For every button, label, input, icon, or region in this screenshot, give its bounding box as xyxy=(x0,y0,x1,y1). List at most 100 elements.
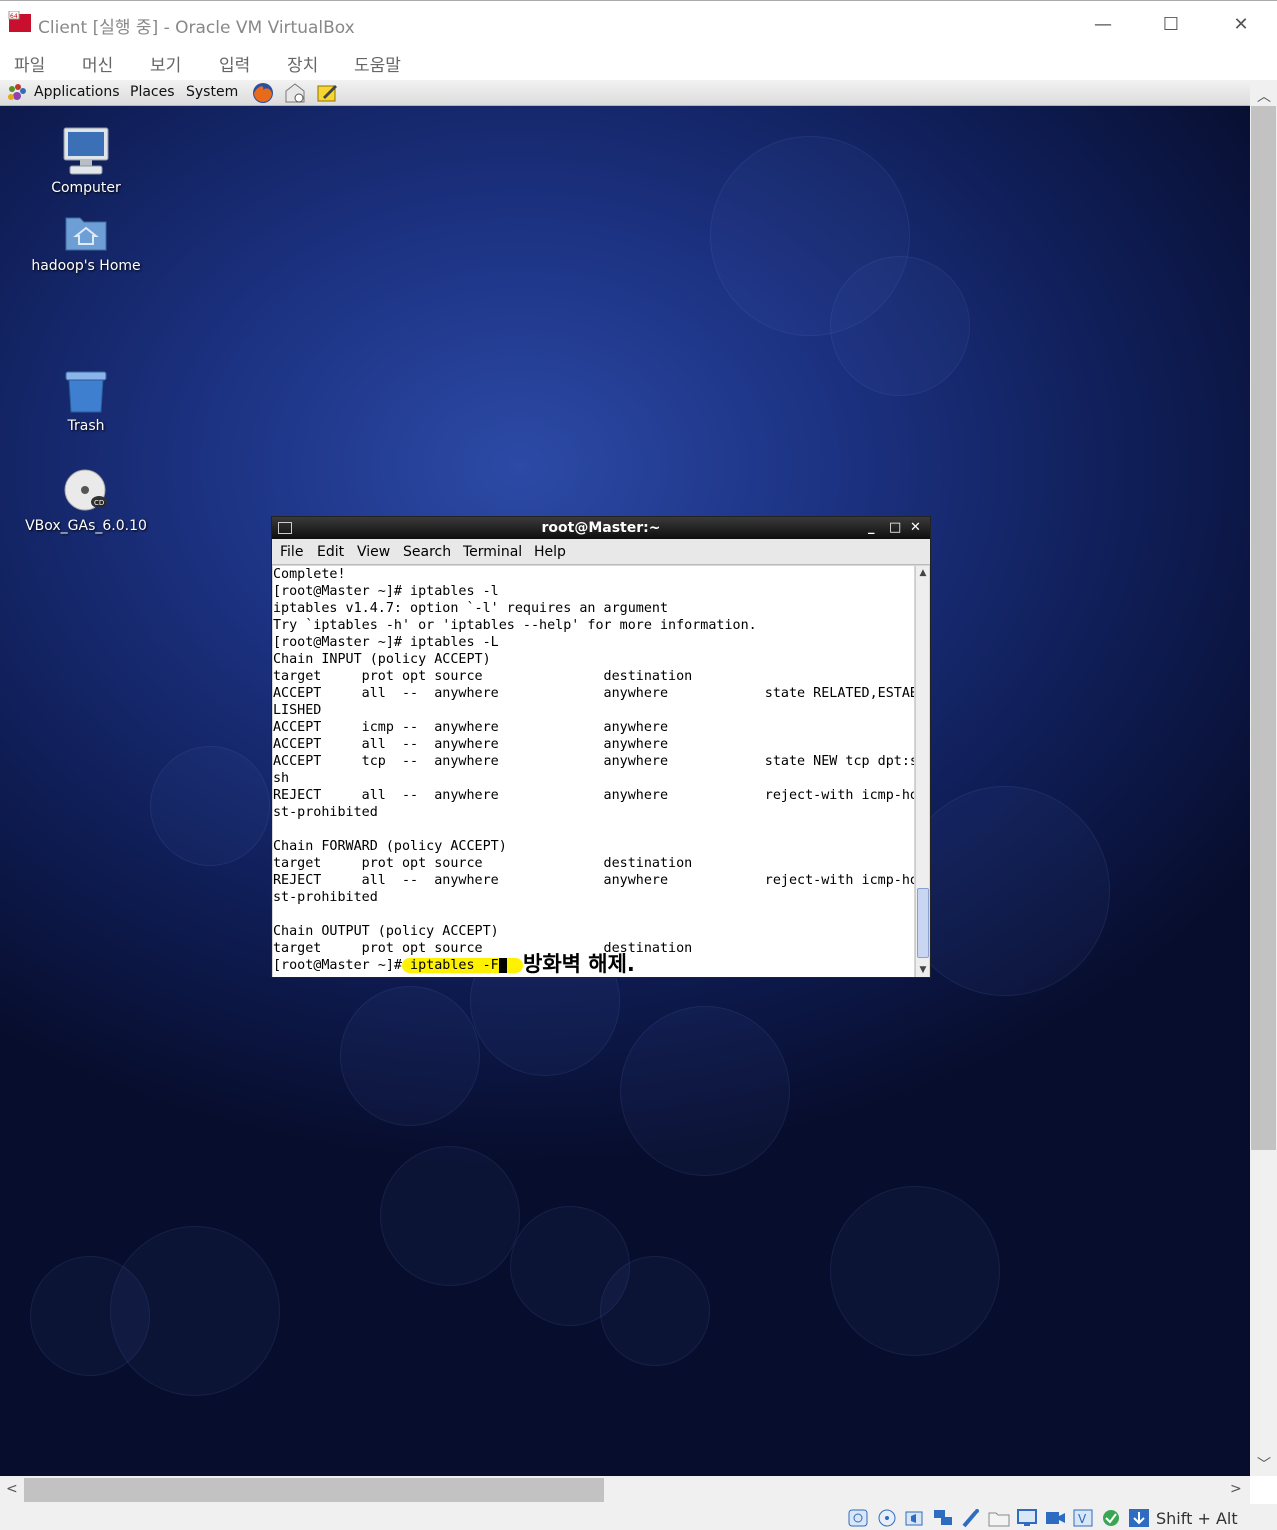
terminal-line: ACCEPT all -- anywhere anywhere state RE… xyxy=(273,686,914,701)
cd-icon: CD xyxy=(64,469,107,511)
terminal-line: [root@Master ~]# iptables -L xyxy=(273,635,499,650)
menu-help[interactable]: 도움말 xyxy=(354,51,401,76)
close-button[interactable]: ✕ xyxy=(1218,9,1264,39)
guest-top-panel: Applications Places System xyxy=(0,80,1277,106)
desktop-icon-label: hadoop's Home xyxy=(31,258,141,274)
desktop-icon-computer[interactable]: Computer xyxy=(11,126,161,196)
terminal-menu-view[interactable]: View xyxy=(357,544,390,560)
svg-text:V: V xyxy=(1078,1512,1087,1526)
scroll-down-arrow-icon[interactable]: ﹀ xyxy=(1257,1454,1271,1474)
terminal-line: ACCEPT tcp -- anywhere anywhere state NE… xyxy=(273,754,914,769)
desktop-icon-vbox-cd[interactable]: CD VBox_GAs_6.0.10 xyxy=(11,468,161,534)
mouse-integration-icon[interactable] xyxy=(1100,1508,1122,1528)
network-icon[interactable] xyxy=(932,1508,954,1528)
window-title: Client [실행 중] - Oracle VM VirtualBox xyxy=(38,18,355,38)
desktop-icon-label: VBox_GAs_6.0.10 xyxy=(25,518,147,534)
menu-devices[interactable]: 장치 xyxy=(287,51,318,76)
terminal-menu-search[interactable]: Search xyxy=(403,544,451,560)
guest-menu-places[interactable]: Places xyxy=(130,84,175,100)
menu-view[interactable]: 보기 xyxy=(150,51,181,76)
terminal-line: ACCEPT all -- anywhere anywhere xyxy=(273,737,669,752)
terminal-menu-edit[interactable]: Edit xyxy=(317,544,344,560)
vt-x-icon[interactable]: V xyxy=(1072,1508,1094,1528)
mail-icon[interactable] xyxy=(283,81,307,105)
terminal-scrollbar[interactable]: ▲ ▼ xyxy=(915,566,929,977)
terminal-line: iptables v1.4.7: option `-l' requires an… xyxy=(273,601,669,616)
scroll-right-arrow-icon[interactable]: > xyxy=(1230,1481,1242,1497)
terminal-cursor: _ xyxy=(498,958,507,973)
terminal-line: st-prohibited xyxy=(273,890,378,905)
current-command: iptables -F_ xyxy=(402,958,523,973)
maximize-button[interactable]: ☐ xyxy=(1148,9,1194,39)
scroll-left-arrow-icon[interactable]: < xyxy=(6,1481,18,1497)
host-menubar: 파일 머신 보기 입력 장치 도움말 xyxy=(0,46,1277,80)
trash-icon xyxy=(65,371,107,413)
audio-icon[interactable] xyxy=(904,1508,926,1528)
minimize-icon: — xyxy=(1094,13,1112,35)
virtualbox-app-icon: 64 xyxy=(8,11,31,32)
home-folder-icon xyxy=(65,217,107,251)
maximize-icon: ☐ xyxy=(1162,13,1180,35)
scroll-down-icon[interactable]: ▼ xyxy=(916,963,930,977)
desktop-icon-label: Trash xyxy=(67,418,105,434)
terminal-maximize-button[interactable]: □ xyxy=(889,517,901,539)
terminal-line: target prot opt source destination xyxy=(273,856,693,871)
recording-icon[interactable] xyxy=(1044,1508,1066,1528)
terminal-line: [root@Master ~]# iptables -l xyxy=(273,584,499,599)
terminal-menu-file[interactable]: File xyxy=(280,544,303,560)
terminal-menubar: File Edit View Search Terminal Help xyxy=(272,539,930,565)
terminal-menu-help[interactable]: Help xyxy=(534,544,566,560)
terminal-line: Chain FORWARD (policy ACCEPT) xyxy=(273,839,507,854)
vertical-scrollbar[interactable]: ︿ ﹀ xyxy=(1250,80,1277,1476)
scroll-up-arrow-icon[interactable]: ︿ xyxy=(1257,86,1271,106)
terminal-line: target prot opt source destination xyxy=(273,669,693,684)
display-icon[interactable] xyxy=(1016,1508,1038,1528)
vm-statusbar: V Shift + Alt xyxy=(0,1504,1277,1530)
terminal-line: LISHED xyxy=(273,703,322,718)
terminal-minimize-button[interactable]: _ xyxy=(868,517,875,539)
shared-folder-icon[interactable] xyxy=(988,1508,1010,1528)
terminal-lines: Complete! [root@Master ~]# iptables -l ipt… xyxy=(273,566,914,957)
menu-input[interactable]: 입력 xyxy=(219,51,250,76)
desktop-icon-label: Computer xyxy=(51,180,121,196)
hard-disk-icon[interactable] xyxy=(847,1508,869,1528)
vertical-scroll-thumb[interactable] xyxy=(1251,106,1276,1150)
desktop-icon-trash[interactable]: Trash xyxy=(11,370,161,434)
usb-icon[interactable] xyxy=(960,1508,982,1528)
horizontal-scroll-thumb[interactable] xyxy=(24,1478,604,1502)
minimize-button[interactable]: — xyxy=(1080,9,1126,39)
svg-text:CD: CD xyxy=(94,499,104,507)
desktop-icon-home[interactable]: hadoop's Home xyxy=(11,210,161,274)
terminal-close-button[interactable]: ✕ xyxy=(910,517,921,539)
terminal-icon xyxy=(278,522,292,534)
terminal-prompt: [root@Master ~]# xyxy=(273,958,402,973)
scroll-up-icon[interactable]: ▲ xyxy=(916,566,930,580)
firefox-icon[interactable] xyxy=(251,81,275,105)
computer-icon xyxy=(63,127,109,175)
close-icon: ✕ xyxy=(1233,13,1249,35)
terminal-window[interactable]: root@Master:~ _ □ ✕ File Edit View Searc… xyxy=(271,516,931,978)
terminal-menu-terminal[interactable]: Terminal xyxy=(463,544,522,560)
keyboard-capture-icon[interactable] xyxy=(1128,1508,1150,1528)
menu-machine[interactable]: 머신 xyxy=(82,51,113,76)
menu-file[interactable]: 파일 xyxy=(14,51,45,76)
terminal-titlebar[interactable]: root@Master:~ _ □ ✕ xyxy=(272,517,930,539)
terminal-line: Complete! xyxy=(273,567,346,582)
terminal-line: Chain OUTPUT (policy ACCEPT) xyxy=(273,924,499,939)
guest-menu-system[interactable]: System xyxy=(186,84,238,100)
annotation-text: 방화벽 해제. xyxy=(523,952,635,976)
gnome-foot-icon xyxy=(8,84,26,100)
terminal-line: ACCEPT icmp -- anywhere anywhere xyxy=(273,720,669,735)
terminal-scroll-thumb[interactable] xyxy=(917,888,929,958)
guest-menu-applications[interactable]: Applications xyxy=(34,84,120,100)
svg-text:64: 64 xyxy=(10,13,18,20)
horizontal-scrollbar[interactable]: < > xyxy=(0,1476,1250,1504)
terminal-output[interactable]: Complete! [root@Master ~]# iptables -l ipt… xyxy=(273,566,914,977)
optical-drive-icon[interactable] xyxy=(876,1508,898,1528)
terminal-line: REJECT all -- anywhere anywhere reject-w… xyxy=(273,873,914,888)
terminal-line: Try `iptables -h' or 'iptables --help' f… xyxy=(273,618,757,633)
terminal-line: REJECT all -- anywhere anywhere reject-w… xyxy=(273,788,914,803)
notes-icon[interactable] xyxy=(315,81,339,105)
